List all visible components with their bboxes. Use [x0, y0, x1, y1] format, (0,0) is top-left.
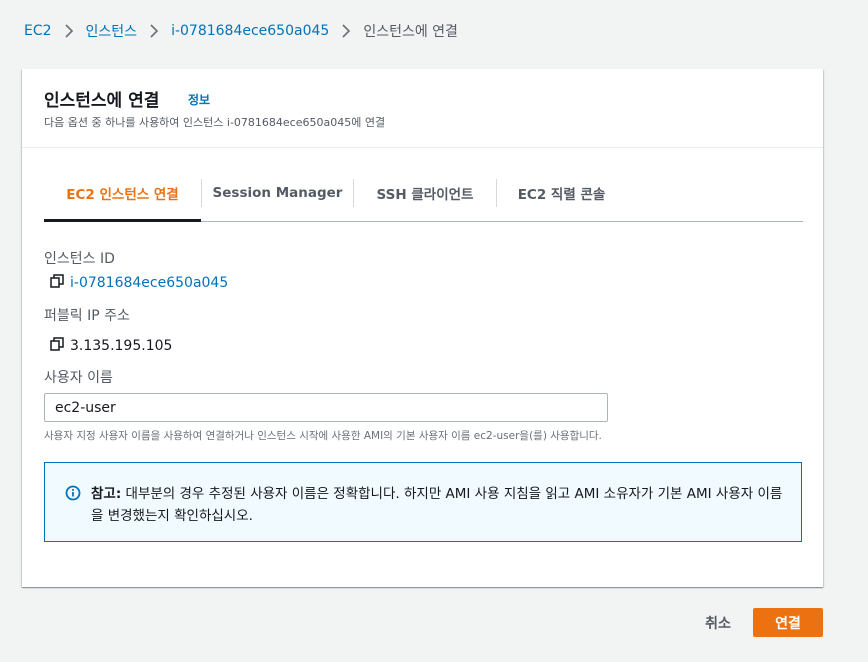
instance-id-link[interactable]: i-0781684ece650a045: [70, 275, 228, 291]
instance-id-label: 인스턴스 ID: [44, 251, 115, 267]
info-alert: 참고: 대부분의 경우 추정된 사용자 이름은 정확합니다. 하지만 AMI 사…: [44, 462, 802, 542]
username-input[interactable]: [44, 393, 608, 422]
chevron-right-icon: [52, 21, 86, 41]
copy-icon[interactable]: [50, 337, 70, 355]
username-label: 사용자 이름: [44, 370, 113, 386]
connect-button[interactable]: 연결: [753, 608, 823, 637]
chevron-right-icon: [329, 21, 363, 41]
alert-body: 대부분의 경우 추정된 사용자 이름은 정확합니다. 하지만 AMI 사용 지침…: [91, 486, 783, 524]
breadcrumb-item-ec2[interactable]: EC2: [24, 23, 52, 39]
breadcrumb-current: 인스턴스에 연결: [363, 24, 458, 40]
connect-method-tabs: EC2 인스턴스 연결 Session Manager SSH 클라이언트 EC…: [44, 167, 803, 222]
tab-ec2-serial-console[interactable]: EC2 직렬 콘솔: [497, 167, 626, 221]
tab-session-manager[interactable]: Session Manager: [202, 167, 353, 221]
alert-label: 참고:: [91, 486, 122, 502]
public-ip-value: 3.135.195.105: [70, 338, 173, 354]
cancel-button[interactable]: 취소: [690, 608, 746, 637]
panel-header: 인스턴스에 연결 정보 다음 옵션 중 하나를 사용하여 인스턴스 i-0781…: [22, 69, 823, 148]
connect-panel: 인스턴스에 연결 정보 다음 옵션 중 하나를 사용하여 인스턴스 i-0781…: [22, 69, 823, 587]
public-ip-label: 퍼블릭 IP 주소: [44, 308, 130, 324]
breadcrumb: EC2 인스턴스 i-0781684ece650a045 인스턴스에 연결: [24, 21, 458, 41]
tab-ssh-client[interactable]: SSH 클라이언트: [354, 167, 496, 221]
tab-ec2-instance-connect[interactable]: EC2 인스턴스 연결: [44, 167, 201, 222]
page-title: 인스턴스에 연결: [44, 91, 160, 111]
alert-message: 참고: 대부분의 경우 추정된 사용자 이름은 정확합니다. 하지만 AMI 사…: [91, 483, 791, 527]
info-link[interactable]: 정보: [188, 91, 210, 108]
breadcrumb-item-instance-id[interactable]: i-0781684ece650a045: [171, 23, 329, 39]
username-hint: 사용자 지정 사용자 이름을 사용하여 연결하거나 인스턴스 시작에 사용한 A…: [44, 430, 602, 442]
chevron-right-icon: [137, 21, 171, 41]
public-ip-row: 3.135.195.105: [50, 337, 172, 355]
copy-icon[interactable]: [50, 274, 70, 292]
breadcrumb-item-instances[interactable]: 인스턴스: [86, 21, 138, 41]
info-icon: [65, 485, 81, 505]
panel-description: 다음 옵션 중 하나를 사용하여 인스턴스 i-0781684ece650a04…: [44, 116, 386, 129]
instance-id-row: i-0781684ece650a045: [50, 274, 228, 292]
